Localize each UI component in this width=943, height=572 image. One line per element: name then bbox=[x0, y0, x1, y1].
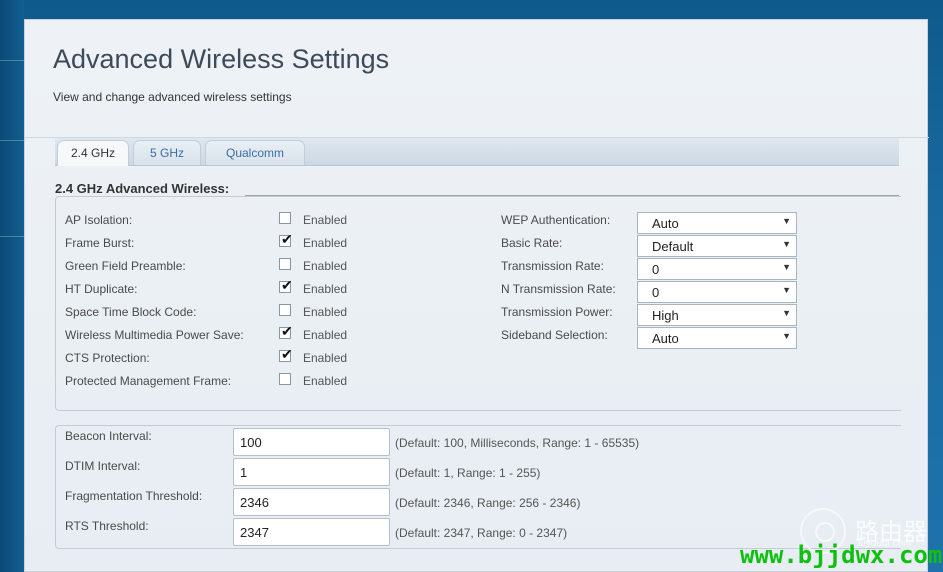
n-transmission-rate-label: N Transmission Rate: bbox=[501, 282, 616, 296]
page-title: Advanced Wireless Settings bbox=[53, 44, 390, 74]
transmission-rate-label: Transmission Rate: bbox=[501, 259, 604, 273]
beacon-interval-label: Beacon Interval: bbox=[65, 429, 152, 443]
frame-burst-enabled-text: Enabled bbox=[303, 236, 348, 250]
n-transmission-rate-value: 0 bbox=[652, 285, 660, 300]
green-field-preamble-enabled-text: Enabled bbox=[303, 259, 348, 273]
green-field-preamble-checkbox[interactable] bbox=[279, 258, 291, 270]
chevron-down-icon: ▼ bbox=[782, 331, 791, 341]
settings-panel: Advanced Wireless Settings View and chan… bbox=[24, 19, 929, 572]
stbc-enabled-text: Enabled bbox=[303, 305, 348, 319]
protected-management-frame-label: Protected Management Frame: bbox=[65, 374, 232, 388]
tab-2-4ghz[interactable]: 2.4 GHz bbox=[57, 140, 129, 166]
transmission-power-value: High bbox=[652, 308, 679, 323]
ht-duplicate-checkbox[interactable]: ✔ bbox=[279, 277, 293, 293]
frame-burst-label: Frame Burst: bbox=[65, 236, 135, 250]
chevron-down-icon: ▼ bbox=[782, 262, 791, 272]
wmm-power-save-label: Wireless Multimedia Power Save: bbox=[65, 328, 244, 342]
rts-threshold-hint: (Default: 2347, Range: 0 - 2347) bbox=[395, 526, 568, 540]
transmission-power-label: Transmission Power: bbox=[501, 305, 613, 319]
check-mark-icon: ✔ bbox=[281, 323, 293, 339]
rts-threshold-label: RTS Threshold: bbox=[65, 519, 149, 533]
tab-qualcomm[interactable]: Qualcomm bbox=[205, 140, 305, 165]
protected-management-frame-enabled-text: Enabled bbox=[303, 374, 348, 388]
protected-management-frame-checkbox[interactable] bbox=[279, 373, 291, 385]
page-subtitle: View and change advanced wireless settin… bbox=[53, 90, 292, 104]
desktop-divider bbox=[0, 60, 24, 61]
chevron-down-icon: ▼ bbox=[782, 285, 791, 295]
green-field-preamble-label: Green Field Preamble: bbox=[65, 259, 186, 273]
chevron-down-icon: ▼ bbox=[782, 308, 791, 318]
ap-isolation-checkbox[interactable] bbox=[279, 212, 291, 224]
wmm-power-save-checkbox[interactable]: ✔ bbox=[279, 323, 293, 339]
check-mark-icon: ✔ bbox=[281, 346, 293, 362]
stbc-label: Space Time Block Code: bbox=[65, 305, 197, 319]
section-heading: 2.4 GHz Advanced Wireless: bbox=[55, 181, 230, 196]
fragmentation-threshold-input[interactable]: 2346 bbox=[233, 488, 390, 516]
check-mark-icon: ✔ bbox=[281, 231, 293, 247]
fragmentation-threshold-hint: (Default: 2346, Range: 256 - 2346) bbox=[395, 496, 581, 510]
band-tabbar: 2.4 GHz 5 GHz Qualcomm bbox=[55, 138, 899, 166]
wep-authentication-select[interactable]: Auto ▼ bbox=[637, 212, 797, 234]
cts-protection-label: CTS Protection: bbox=[65, 351, 150, 365]
dtim-interval-hint: (Default: 1, Range: 1 - 255) bbox=[395, 466, 541, 480]
ht-duplicate-enabled-text: Enabled bbox=[303, 282, 348, 296]
basic-rate-value: Default bbox=[652, 239, 694, 254]
check-mark-icon: ✔ bbox=[281, 277, 293, 293]
n-transmission-rate-select[interactable]: 0 ▼ bbox=[637, 281, 797, 303]
ap-isolation-enabled-text: Enabled bbox=[303, 213, 348, 227]
desktop-divider bbox=[0, 140, 24, 141]
dtim-interval-input[interactable]: 1 bbox=[233, 458, 390, 486]
dtim-interval-label: DTIM Interval: bbox=[65, 459, 141, 473]
stbc-checkbox[interactable] bbox=[279, 304, 291, 316]
sideband-selection-select[interactable]: Auto ▼ bbox=[637, 327, 797, 349]
chevron-down-icon: ▼ bbox=[782, 239, 791, 249]
basic-rate-label: Basic Rate: bbox=[501, 236, 563, 250]
desktop-divider bbox=[0, 236, 24, 237]
cts-protection-checkbox[interactable]: ✔ bbox=[279, 346, 293, 362]
rts-threshold-input[interactable]: 2347 bbox=[233, 518, 390, 546]
beacon-interval-hint: (Default: 100, Milliseconds, Range: 1 - … bbox=[395, 436, 640, 450]
desktop-background bbox=[0, 0, 24, 572]
wep-authentication-label: WEP Authentication: bbox=[501, 213, 611, 227]
chevron-down-icon: ▼ bbox=[782, 216, 791, 226]
wmm-power-save-enabled-text: Enabled bbox=[303, 328, 348, 342]
sideband-selection-label: Sideband Selection: bbox=[501, 328, 608, 342]
fragmentation-threshold-label: Fragmentation Threshold: bbox=[65, 489, 203, 503]
beacon-interval-input[interactable]: 100 bbox=[233, 428, 390, 456]
transmission-power-select[interactable]: High ▼ bbox=[637, 304, 797, 326]
frame-burst-checkbox[interactable]: ✔ bbox=[279, 231, 293, 247]
transmission-rate-value: 0 bbox=[652, 262, 660, 277]
sideband-selection-value: Auto bbox=[652, 331, 679, 346]
ap-isolation-label: AP Isolation: bbox=[65, 213, 133, 227]
wep-authentication-value: Auto bbox=[652, 216, 679, 231]
ht-duplicate-label: HT Duplicate: bbox=[65, 282, 138, 296]
transmission-rate-select[interactable]: 0 ▼ bbox=[637, 258, 797, 280]
basic-rate-select[interactable]: Default ▼ bbox=[637, 235, 797, 257]
tab-5ghz[interactable]: 5 GHz bbox=[133, 140, 201, 165]
watermark-url: www.bjjdwx.com bbox=[740, 541, 943, 569]
cts-protection-enabled-text: Enabled bbox=[303, 351, 348, 365]
